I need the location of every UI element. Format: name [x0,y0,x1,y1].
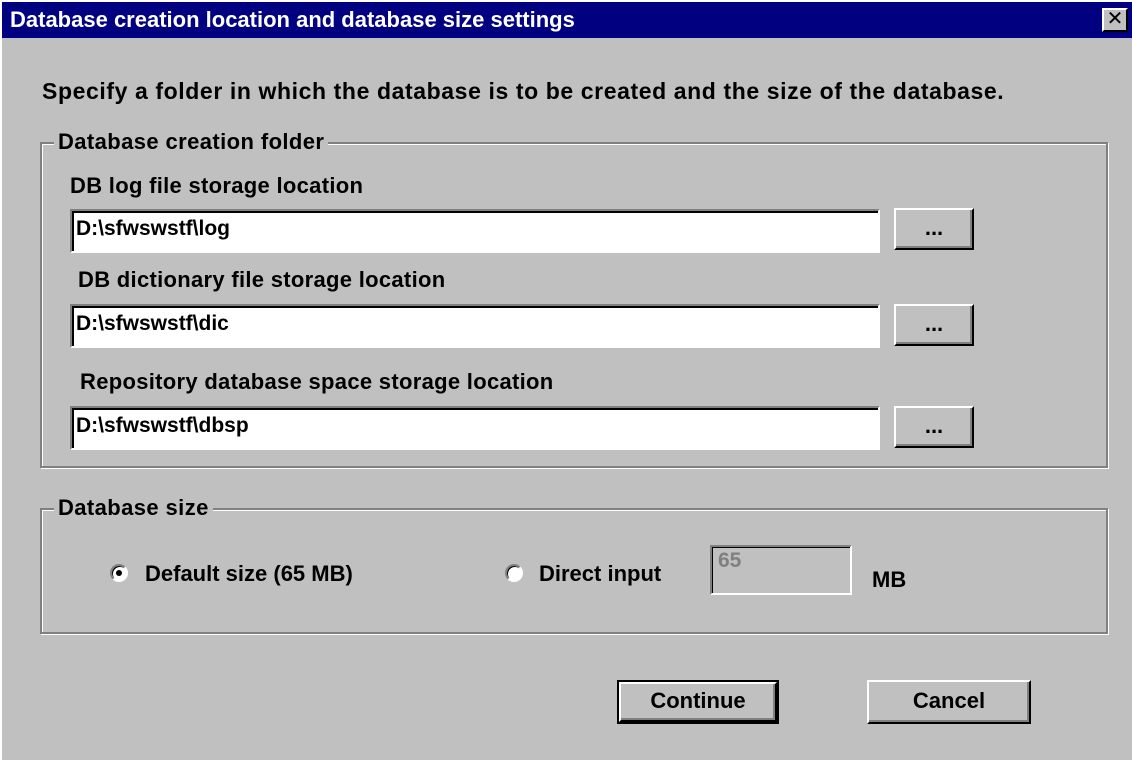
dictionary-location-field[interactable] [70,304,880,348]
database-size-group-label: Database size [54,496,213,520]
close-icon: ✕ [1106,8,1124,30]
log-location-label: DB log file storage location [70,173,364,198]
title-bar[interactable]: Database creation location and database … [2,2,1132,38]
dbspace-location-field[interactable] [70,406,880,450]
log-location-browse-button[interactable]: ... [894,208,974,250]
direct-size-input[interactable]: 65 [710,545,852,595]
creation-folder-group-label: Database creation folder [54,130,329,154]
dialog-window: Database creation location and database … [0,0,1132,760]
log-location-field[interactable] [70,209,880,253]
window-title: Database creation location and database … [10,7,575,32]
default-size-radio[interactable] [110,564,128,582]
log-location-input[interactable] [76,214,872,244]
instruction-text: Specify a folder in which the database i… [42,78,1005,104]
size-unit-label: MB [872,567,907,592]
dbspace-location-input[interactable] [76,411,872,441]
default-size-label[interactable]: Default size (65 MB) [145,562,353,586]
radio-selected-dot [116,570,122,576]
cancel-button[interactable]: Cancel [867,680,1031,724]
dbspace-location-label: Repository database space storage locati… [80,369,554,394]
direct-input-label[interactable]: Direct input [539,562,661,586]
close-button[interactable]: ✕ [1102,8,1128,32]
dbspace-location-browse-button[interactable]: ... [894,406,974,448]
dictionary-location-input[interactable] [76,309,872,339]
dictionary-location-label: DB dictionary file storage location [78,267,446,292]
continue-button[interactable]: Continue [617,680,779,724]
direct-input-radio[interactable] [505,564,523,582]
dictionary-location-browse-button[interactable]: ... [894,304,974,346]
